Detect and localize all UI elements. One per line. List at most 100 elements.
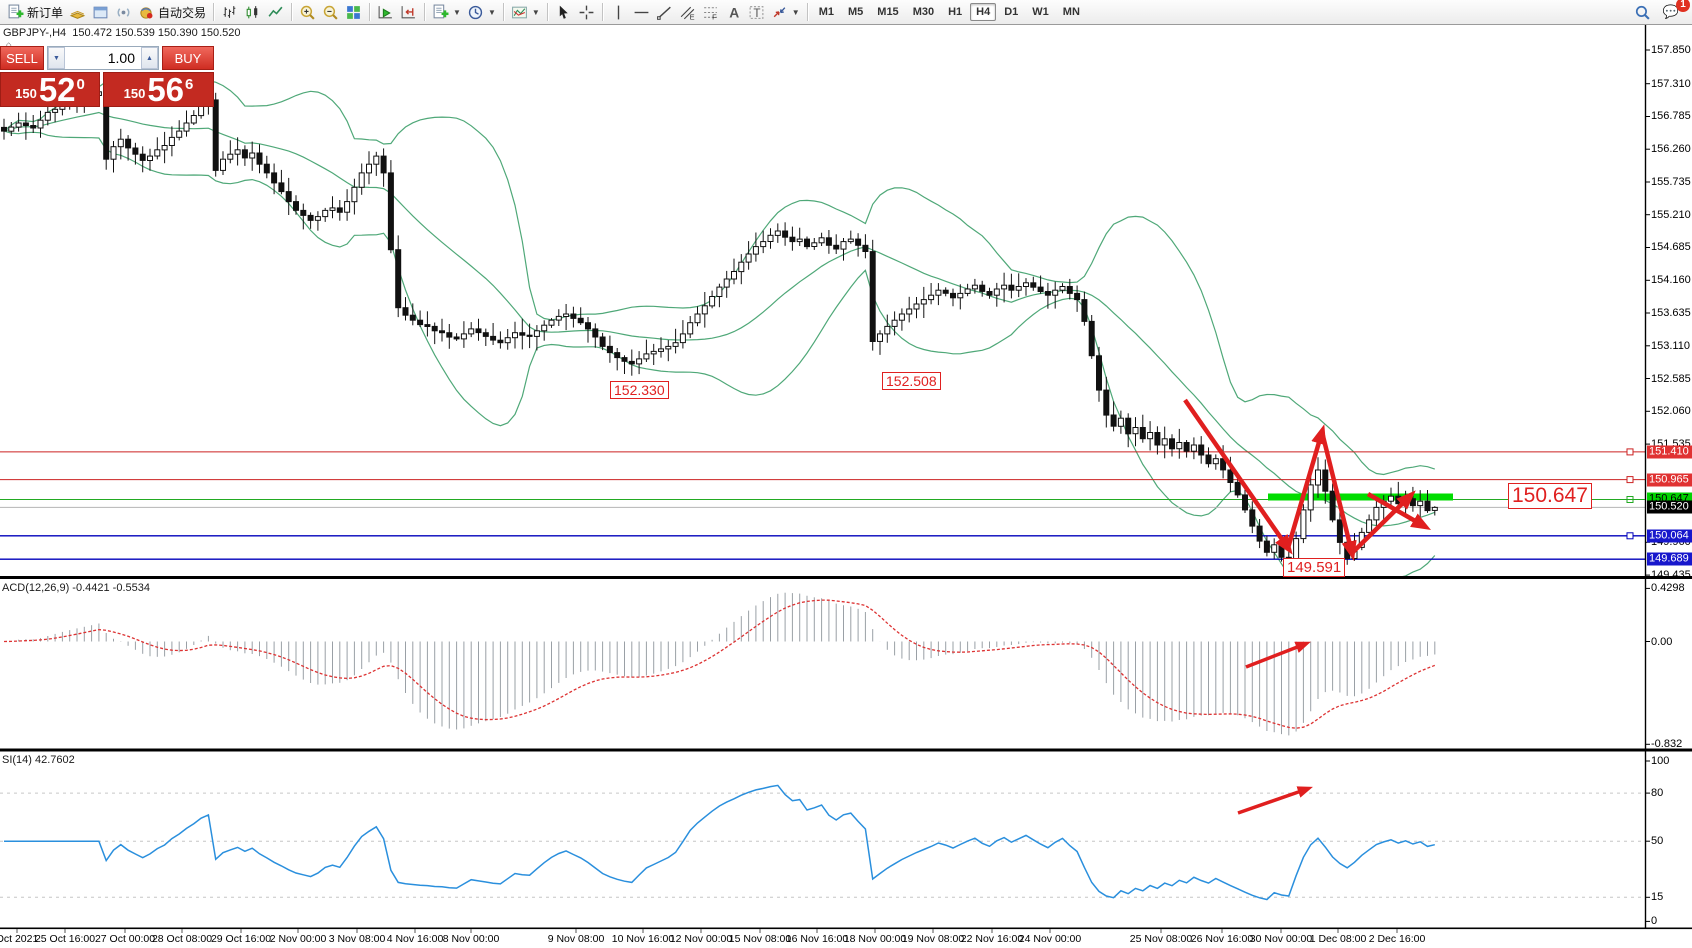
price-tick-label: 152.060: [1651, 405, 1691, 417]
docplus-icon: [7, 4, 24, 21]
price-tick-label: 155.735: [1651, 176, 1691, 188]
timeframe-button-D1[interactable]: D1: [998, 3, 1024, 21]
docplus-icon: [432, 4, 449, 21]
dropdown-arrow-icon: ▼: [453, 8, 461, 17]
timeframe-button-W1[interactable]: W1: [1026, 3, 1055, 21]
price-tick-label: 153.635: [1651, 307, 1691, 319]
sell-button[interactable]: SELL: [0, 46, 44, 70]
date-label: 25 Nov 08:00: [1130, 933, 1192, 945]
date-label: 22 Nov 16:00: [961, 933, 1023, 945]
chart-shift-button[interactable]: [397, 2, 420, 22]
date-label: 9 Nov 08:00: [548, 933, 605, 945]
macd-indicator-header: ACD(12,26,9) -0.4421 -0.5534: [2, 582, 150, 594]
auto-scroll-button[interactable]: [374, 2, 397, 22]
equidistant-channel-button[interactable]: E: [676, 2, 699, 22]
vertical-line-button[interactable]: [607, 2, 630, 22]
arrows-button[interactable]: ▼: [768, 2, 803, 22]
annotation-box[interactable]: 152.508: [882, 372, 941, 390]
zoom-out-button[interactable]: [319, 2, 342, 22]
candles-icon: [244, 4, 261, 21]
buy-price-display[interactable]: 150 56 6: [103, 72, 214, 107]
price-tick-label: 157.850: [1651, 44, 1691, 56]
main-price-pane: [0, 81, 1645, 584]
toolbar-separator: [602, 3, 603, 21]
price-level-label: 149.689: [1647, 553, 1692, 566]
timeframe-button-H4[interactable]: H4: [970, 3, 996, 21]
text-button[interactable]: A: [722, 2, 745, 22]
sell-price-pips: 52: [39, 75, 76, 105]
bar-chart-button[interactable]: [218, 2, 241, 22]
toolbar-separator: [547, 3, 548, 21]
svg-text:F: F: [712, 12, 717, 20]
zoomin-icon: [299, 4, 316, 21]
crosshair-icon: [578, 4, 595, 21]
date-label: 4 Nov 16:00: [387, 933, 444, 945]
date-label: 19 Nov 08:00: [902, 933, 964, 945]
period-selector-button[interactable]: ▼: [464, 2, 499, 22]
date-label: 1 Dec 08:00: [1310, 933, 1367, 945]
notifications-button[interactable]: 💬1: [1660, 2, 1682, 22]
candlestick-chart-button[interactable]: [241, 2, 264, 22]
trendline-button[interactable]: [653, 2, 676, 22]
book-icon: [69, 4, 86, 21]
timeframe-button-M1[interactable]: M1: [813, 3, 840, 21]
volume-increase-button[interactable]: ▲: [141, 47, 158, 69]
price-level-label: 150.064: [1647, 529, 1692, 542]
timeframe-button-H1[interactable]: H1: [942, 3, 968, 21]
indicators-button[interactable]: ▼: [508, 2, 543, 22]
crosshair-button[interactable]: [575, 2, 598, 22]
search-button[interactable]: [1631, 2, 1654, 22]
market-watch-button[interactable]: [66, 2, 89, 22]
horizontal-line-button[interactable]: [630, 2, 653, 22]
annotation-box[interactable]: 150.647: [1508, 483, 1592, 509]
new-order-button[interactable]: 新订单: [4, 2, 66, 22]
text-label-button[interactable]: T: [745, 2, 768, 22]
timeframe-button-M5[interactable]: M5: [842, 3, 869, 21]
line-handle: [1627, 449, 1633, 455]
signals-button[interactable]: [112, 2, 135, 22]
volume-decrease-button[interactable]: ▼: [48, 47, 65, 69]
price-level-label: 150.520: [1647, 501, 1692, 514]
price-tick-label: 154.160: [1651, 274, 1691, 286]
tile-windows-button[interactable]: [342, 2, 365, 22]
data-window-button[interactable]: [89, 2, 112, 22]
autoscroll-icon: [377, 4, 394, 21]
chart-canvas[interactable]: [0, 0, 1692, 948]
buy-button[interactable]: BUY: [162, 46, 214, 70]
volume-input[interactable]: [65, 47, 141, 69]
linechart-icon: [267, 4, 284, 21]
price-tick-label: 152.585: [1651, 373, 1691, 385]
volume-spinner: ▼ ▲: [47, 46, 159, 70]
line-chart-button[interactable]: [264, 2, 287, 22]
channel-icon: E: [679, 4, 696, 21]
timeframe-button-M15[interactable]: M15: [871, 3, 904, 21]
date-label: 24 Nov 00:00: [1019, 933, 1081, 945]
line-handle: [1627, 477, 1633, 483]
macd-scale-label: 0.00: [1651, 636, 1691, 648]
timeframe-button-MN[interactable]: MN: [1057, 3, 1086, 21]
sell-price-display[interactable]: 150 52 0: [0, 72, 100, 107]
price-level-label: 150.965: [1647, 473, 1692, 486]
annotation-box[interactable]: 152.330: [610, 381, 669, 399]
zoom-in-button[interactable]: [296, 2, 319, 22]
date-label: 25 Oct 16:00: [35, 933, 95, 945]
sell-price-handle: 150: [15, 86, 37, 101]
templates-button[interactable]: ▼: [429, 2, 464, 22]
fibonacci-button[interactable]: F: [699, 2, 722, 22]
sell-price-point: 0: [77, 76, 85, 93]
timeframe-button-M30[interactable]: M30: [907, 3, 940, 21]
hline-icon: [633, 4, 650, 21]
price-tick-label: 154.685: [1651, 241, 1691, 253]
autotrade-button[interactable]: 自动交易: [135, 2, 209, 22]
price-tick-label: 155.210: [1651, 209, 1691, 221]
annotation-box[interactable]: 149.591: [1283, 558, 1345, 577]
textA-icon: A: [725, 4, 742, 21]
date-label: 15 Nov 08:00: [729, 933, 791, 945]
trend-arrow: [1185, 400, 1288, 548]
svg-text:A: A: [729, 4, 739, 20]
cursor-button[interactable]: [552, 2, 575, 22]
vline-icon: [610, 4, 627, 21]
pane-separator: [0, 576, 1692, 579]
toolbar-separator: [369, 3, 370, 21]
date-label: 29 Oct 16:00: [211, 933, 271, 945]
